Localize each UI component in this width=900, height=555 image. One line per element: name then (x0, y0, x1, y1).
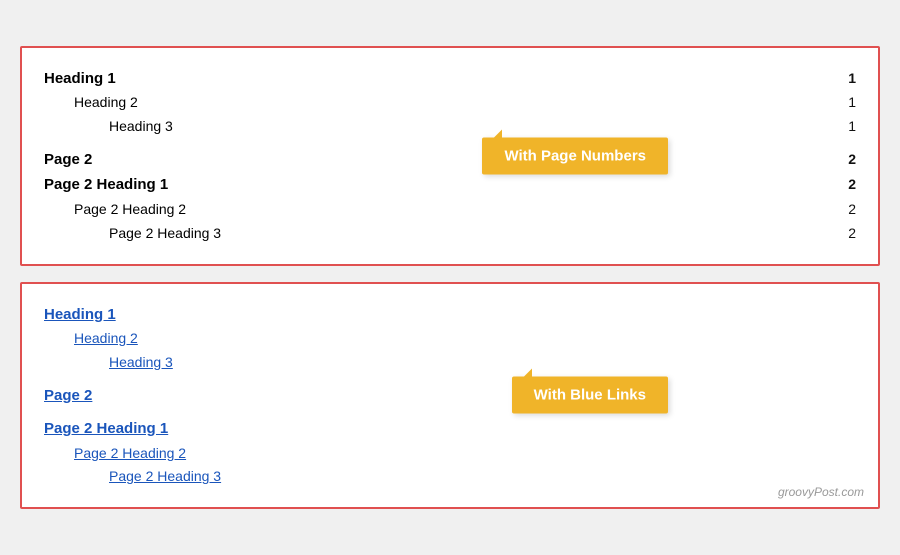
toc-row: Page 2 Heading 1 (44, 416, 856, 442)
toc-entry-text: Heading 2 (74, 91, 138, 115)
toc-link[interactable]: Page 2 (44, 383, 92, 409)
toc-link[interactable]: Heading 1 (44, 302, 116, 328)
toc-page-num: 2 (848, 222, 856, 246)
toc-row: Page 2 Heading 3 (44, 465, 856, 489)
toc-row: Page 2 Heading 2 2 (44, 198, 856, 222)
toc-row: Page 2 (44, 383, 856, 409)
toc-page-num: 1 (848, 91, 856, 115)
toc-row: Page 2 Heading 3 2 (44, 222, 856, 246)
with-blue-links-tooltip: With Blue Links (512, 377, 668, 414)
toc-entry-text: Page 2 Heading 1 (44, 172, 168, 198)
toc-link[interactable]: Page 2 Heading 3 (109, 465, 221, 489)
toc-page-num: 1 (848, 115, 856, 139)
toc-page-num: 2 (848, 173, 856, 197)
toc-row: Heading 1 (44, 302, 856, 328)
toc-link[interactable]: Heading 2 (74, 327, 138, 351)
toc-box-blue-links: Heading 1 Heading 2 Heading 3 Page 2 Pag… (20, 282, 880, 510)
toc-row: Heading 2 (44, 327, 856, 351)
toc-box-page-numbers: Heading 1 1 Heading 2 1 Heading 3 1 Page… (20, 46, 880, 266)
toc-page-num: 2 (848, 148, 856, 172)
toc-row: Page 2 Heading 2 (44, 442, 856, 466)
toc-row: Page 2 2 (44, 147, 856, 173)
toc-page-num: 2 (848, 198, 856, 222)
toc-entry-text: Page 2 Heading 3 (109, 222, 221, 246)
toc-entry-text: Page 2 Heading 2 (74, 198, 186, 222)
toc-link[interactable]: Page 2 Heading 2 (74, 442, 186, 466)
toc-row: Heading 1 1 (44, 66, 856, 92)
toc-page-num: 1 (848, 67, 856, 91)
toc-link[interactable]: Page 2 Heading 1 (44, 416, 168, 442)
watermark: groovyPost.com (778, 485, 864, 499)
toc-row: Heading 3 1 (44, 115, 856, 139)
with-page-numbers-tooltip: With Page Numbers (482, 137, 668, 174)
toc-row: Heading 2 1 (44, 91, 856, 115)
toc-row: Page 2 Heading 1 2 (44, 172, 856, 198)
toc-link[interactable]: Heading 3 (109, 351, 173, 375)
toc-entry-text: Heading 1 (44, 66, 116, 92)
toc-entry-text: Heading 3 (109, 115, 173, 139)
toc-row: Heading 3 (44, 351, 856, 375)
toc-entry-text: Page 2 (44, 147, 92, 173)
